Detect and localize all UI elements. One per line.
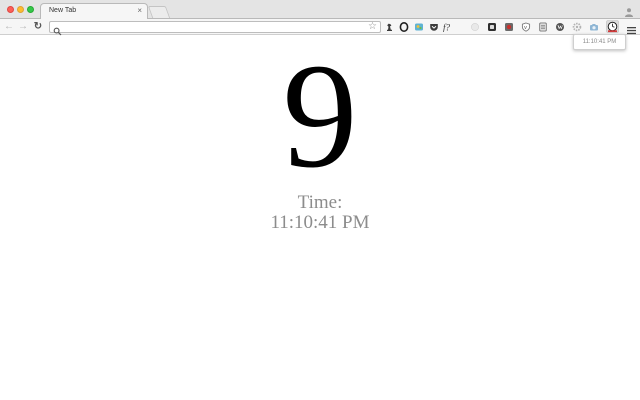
extension-square-icon[interactable] xyxy=(487,22,497,32)
extension-camera-icon[interactable] xyxy=(589,22,599,32)
large-digit: 9 xyxy=(282,33,358,199)
extension-clock-icon[interactable] xyxy=(606,20,619,33)
forward-arrow-icon[interactable]: → xyxy=(18,21,28,32)
address-input[interactable] xyxy=(65,22,355,32)
bookmark-star-icon[interactable]: ☆ xyxy=(368,21,377,33)
time-label: Time: xyxy=(297,192,343,213)
window-maximize-button[interactable] xyxy=(27,6,34,13)
popup-time-text: 11:10:41 PM xyxy=(582,39,617,45)
svg-text:W: W xyxy=(557,25,563,31)
profile-icon[interactable] xyxy=(624,4,634,17)
extension-chess-icon[interactable] xyxy=(384,22,394,32)
extension-document-icon[interactable] xyxy=(538,22,548,32)
extension-wordpress-icon[interactable]: W xyxy=(555,22,565,32)
hamburger-menu-icon[interactable] xyxy=(627,22,636,35)
tab-strip: New Tab × xyxy=(0,0,640,20)
extension-opera-icon[interactable] xyxy=(399,22,409,32)
extension-lastpass-icon[interactable] xyxy=(504,22,514,32)
search-icon xyxy=(53,23,62,36)
tab-new-tab[interactable]: New Tab × xyxy=(40,3,148,20)
window-minimize-button[interactable] xyxy=(17,6,24,13)
reload-icon[interactable]: ↻ xyxy=(33,21,43,32)
window-close-button[interactable] xyxy=(7,6,14,13)
tab-close-icon[interactable]: × xyxy=(137,6,142,16)
extension-puzzle-icon[interactable] xyxy=(414,22,424,32)
address-bar[interactable]: ☆ xyxy=(49,21,381,36)
extension-circle-icon[interactable] xyxy=(470,22,480,32)
time-value: 11:10:41 PM xyxy=(270,212,370,233)
extension-gear-icon[interactable] xyxy=(572,22,582,32)
extension-formula-icon[interactable]: f? xyxy=(443,22,457,33)
extension-shield-icon[interactable]: V xyxy=(521,22,531,32)
back-arrow-icon[interactable]: ← xyxy=(4,21,14,32)
svg-text:V: V xyxy=(524,25,527,30)
extension-pocket-icon[interactable] xyxy=(429,22,439,32)
new-tab-button[interactable] xyxy=(147,6,171,18)
tab-title: New Tab xyxy=(49,7,77,14)
svg-text:f?: f? xyxy=(443,23,451,33)
